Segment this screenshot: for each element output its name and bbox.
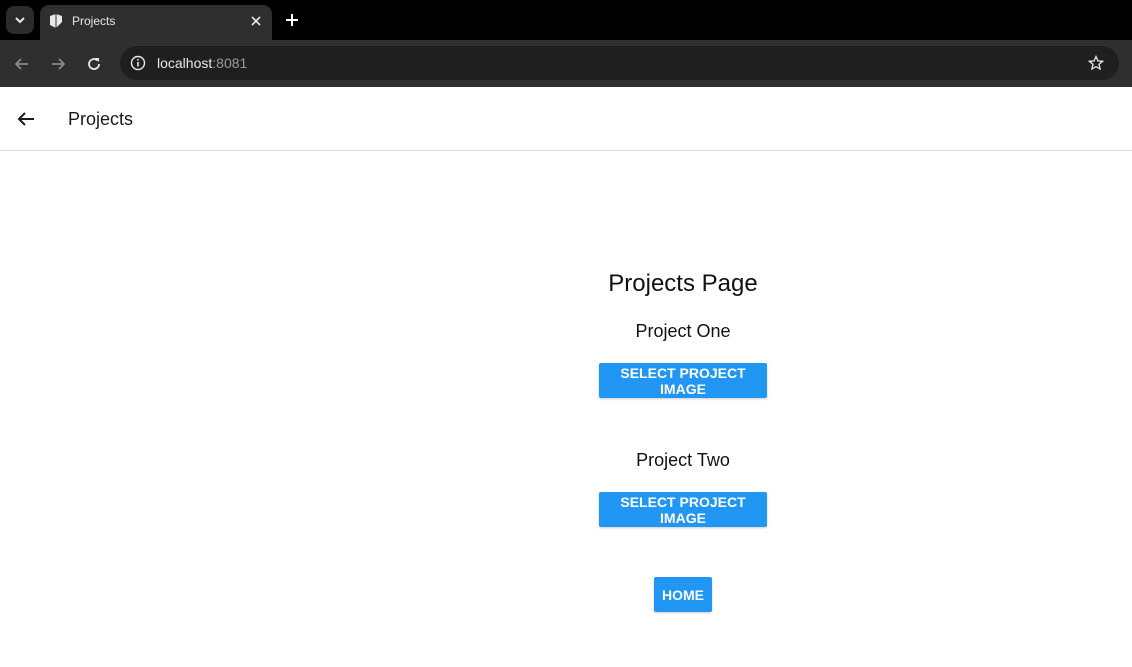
home-button[interactable]: HOME xyxy=(654,577,712,612)
tab-close-button[interactable] xyxy=(246,11,266,31)
browser-tabstrip: Projects xyxy=(0,0,1132,40)
app-header: Projects xyxy=(0,87,1132,151)
star-icon xyxy=(1088,55,1104,71)
url-host: localhost xyxy=(157,55,213,71)
arrow-right-icon xyxy=(52,58,66,70)
arrow-left-icon xyxy=(14,58,28,70)
tab-title: Projects xyxy=(72,14,116,28)
reload-icon xyxy=(88,58,100,70)
tab-search-button[interactable] xyxy=(6,6,34,34)
plus-icon xyxy=(286,14,298,26)
page-title: Projects Page xyxy=(608,270,758,297)
back-nav-button[interactable] xyxy=(8,50,36,78)
address-bar[interactable]: localhost:8081 xyxy=(120,46,1119,80)
header-back-button[interactable] xyxy=(12,105,40,133)
bookmark-button[interactable] xyxy=(1084,51,1108,75)
project-name: Project Two xyxy=(636,450,730,470)
url-port: :8081 xyxy=(212,55,248,71)
select-project-image-button[interactable]: SELECT PROJECT IMAGE xyxy=(599,363,767,398)
app-favicon-icon xyxy=(50,14,62,28)
new-tab-button[interactable] xyxy=(280,8,304,32)
select-project-image-button[interactable]: SELECT PROJECT IMAGE xyxy=(599,492,767,527)
arrow-left-icon xyxy=(17,112,34,126)
chevron-down-icon xyxy=(15,17,25,24)
browser-toolbar: localhost:8081 xyxy=(0,40,1132,87)
site-info-button[interactable] xyxy=(126,51,150,75)
header-title: Projects xyxy=(68,109,134,129)
info-icon xyxy=(130,55,146,71)
close-icon xyxy=(251,16,261,26)
main-content: Projects Page Project One SELECT PROJECT… xyxy=(0,152,1132,667)
url-text: localhost:8081 xyxy=(157,55,247,71)
project-name: Project One xyxy=(635,321,731,341)
browser-tab-active[interactable]: Projects xyxy=(40,5,272,40)
reload-button[interactable] xyxy=(80,50,108,78)
forward-nav-button[interactable] xyxy=(44,50,72,78)
